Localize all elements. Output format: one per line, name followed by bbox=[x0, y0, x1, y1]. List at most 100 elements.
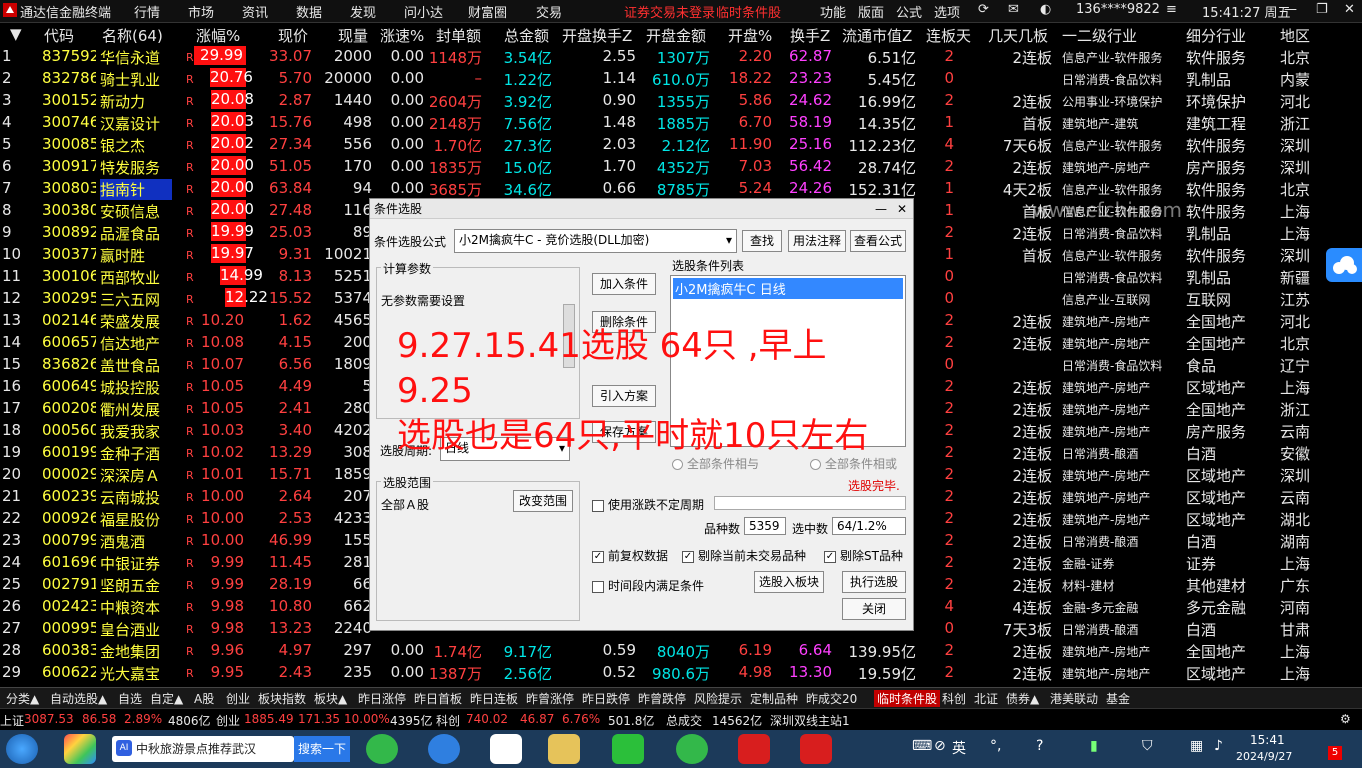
table-row[interactable]: 29 600622 光大嘉宝 2.43 235 0.00 1387万 2.56亿 0.52 980… bbox=[0, 661, 1362, 683]
header-name[interactable]: 名称(64) bbox=[102, 25, 163, 46]
header-volume[interactable]: 现量 bbox=[338, 25, 368, 46]
tab-item[interactable]: 创业 bbox=[226, 690, 250, 707]
tab-item[interactable]: 风险提示 bbox=[694, 690, 742, 707]
start-icon[interactable] bbox=[6, 734, 38, 764]
find-button[interactable]: 查找 bbox=[742, 230, 782, 252]
menu-banmian[interactable]: 版面 bbox=[858, 2, 884, 21]
ie-icon[interactable] bbox=[428, 734, 460, 764]
menu-xuanxiang[interactable]: 选项 bbox=[934, 2, 960, 21]
tab-item[interactable]: 债券▲ bbox=[1006, 690, 1039, 707]
login-status[interactable]: 证券交易未登录 bbox=[624, 2, 715, 21]
close-icon[interactable]: ✕ bbox=[1344, 2, 1355, 17]
table-row[interactable]: 28 600383 金地集团 4.97 297 0.00 1.74亿 9.17亿 0.59 804… bbox=[0, 639, 1362, 661]
server-station[interactable]: 深圳双线主站1 bbox=[770, 712, 850, 729]
tab-item[interactable]: 定制品种 bbox=[750, 690, 798, 707]
usage-button[interactable]: 用法注释 bbox=[788, 230, 846, 252]
menu-wenxiaoda[interactable]: 问小达 bbox=[404, 2, 443, 21]
folder-icon[interactable] bbox=[548, 734, 580, 764]
header-speed[interactable]: 涨速% bbox=[380, 25, 424, 46]
taskbar-time[interactable]: 15:41 bbox=[1250, 733, 1285, 747]
ie-green-icon[interactable] bbox=[366, 734, 398, 764]
table-row[interactable]: 5 300085 银之杰 27.34 556 0.00 1.70亿 27.3亿 2.03 2.12… bbox=[0, 133, 1362, 155]
menu-hangqing[interactable]: 行情 bbox=[134, 2, 160, 21]
menu-jiaoyi[interactable]: 交易 bbox=[536, 2, 562, 21]
tab-item[interactable]: 港美联动 bbox=[1050, 690, 1098, 707]
header-sub-industry[interactable]: 细分行业 bbox=[1186, 25, 1246, 46]
tab-item[interactable]: 昨曾跌停 bbox=[638, 690, 686, 707]
table-row[interactable]: 6 300917 特发服务 51.05 170 0.00 1835万 15.0亿 1.70 435… bbox=[0, 155, 1362, 177]
shield-icon[interactable]: ⛉ bbox=[1142, 738, 1153, 754]
to-block-button[interactable]: 选股入板块 bbox=[754, 571, 824, 593]
exclude-untraded-checkbox[interactable]: ✓ 剔除当前未交易品种 bbox=[682, 547, 806, 564]
header-limit-days[interactable]: 连板天 bbox=[926, 25, 971, 46]
message-icon[interactable]: ✉ bbox=[1008, 2, 1019, 17]
tab-item[interactable]: 自选 bbox=[118, 690, 142, 707]
add-condition-button[interactable]: 加入条件 bbox=[592, 273, 656, 295]
tab-item[interactable]: 板块▲ bbox=[314, 690, 347, 707]
cloud-drive-icon[interactable] bbox=[490, 734, 522, 764]
tab-item[interactable]: 昨日跌停 bbox=[582, 690, 630, 707]
time-range-checkbox[interactable]: 时间段内满足条件 bbox=[592, 577, 704, 594]
header-region[interactable]: 地区 bbox=[1280, 25, 1310, 46]
header-market-cap[interactable]: 流通市值Z bbox=[842, 25, 912, 46]
help-icon[interactable]: ? bbox=[1036, 738, 1043, 754]
change-range-button[interactable]: 改变范围 bbox=[513, 490, 573, 512]
table-row[interactable]: 2 832786 骑士乳业 5.70 20000 0.00 – 1.22亿 1.14 610.0万… bbox=[0, 67, 1362, 89]
restore-icon[interactable]: ❐ bbox=[1316, 2, 1328, 17]
tab-item[interactable]: 自定▲ bbox=[150, 690, 183, 707]
ime-indicator[interactable]: 英 bbox=[952, 738, 966, 758]
tab-item[interactable]: A股 bbox=[194, 690, 214, 707]
table-row[interactable]: 7 300803 指南针 63.84 94 0.00 3685万 34.6亿 0.66 8785万… bbox=[0, 177, 1362, 200]
punct-icon[interactable]: °, bbox=[990, 738, 1001, 754]
menu-zixun[interactable]: 资讯 bbox=[242, 2, 268, 21]
tab-item[interactable]: 科创 bbox=[942, 690, 966, 707]
table-row[interactable]: 1 837592 华信永道 33.07 2000 0.00 1148万 3.54亿 2.55 13… bbox=[0, 45, 1362, 67]
temp-condition-label[interactable]: 临时条件股 bbox=[716, 2, 781, 21]
wechat-icon[interactable] bbox=[612, 734, 644, 764]
dialog-close-icon[interactable]: ✕ bbox=[897, 199, 907, 219]
tab-item[interactable]: 北证 bbox=[974, 690, 998, 707]
condition-list-item[interactable]: 小2M擒疯牛C 日线 bbox=[673, 278, 903, 299]
keyboard-icon[interactable]: ⌨ bbox=[912, 738, 932, 754]
tab-item[interactable]: 自动选股▲ bbox=[50, 690, 107, 707]
user-menu-icon[interactable]: ≡ bbox=[1166, 2, 1177, 17]
search-button[interactable]: 搜索一下 bbox=[294, 736, 350, 762]
execute-button[interactable]: 执行选股 bbox=[842, 571, 906, 593]
browser-icon[interactable] bbox=[64, 734, 96, 764]
taskbar-search-input[interactable]: AI 中秋旅游景点推荐武汉 bbox=[112, 736, 294, 762]
tdx-icon[interactable] bbox=[738, 734, 770, 764]
formula-select[interactable]: 小2M擒疯牛C - 竞价选股(DLL加密) ▾ bbox=[454, 229, 737, 253]
minimize-icon[interactable]: — bbox=[1284, 2, 1297, 17]
tab-item[interactable]: 昨成交20 bbox=[806, 690, 857, 707]
menu-shichang[interactable]: 市场 bbox=[188, 2, 214, 21]
close-button[interactable]: 关闭 bbox=[842, 598, 906, 620]
menu-gongneng[interactable]: 功能 bbox=[820, 2, 846, 21]
header-price[interactable]: 现价 bbox=[278, 25, 308, 46]
tab-item[interactable]: 基金 bbox=[1106, 690, 1130, 707]
browser-green-icon[interactable] bbox=[676, 734, 708, 764]
tab-item[interactable]: 昨日首板 bbox=[414, 690, 462, 707]
header-code[interactable]: 代码 bbox=[44, 25, 74, 46]
header-change-pct[interactable]: 涨幅% bbox=[196, 25, 240, 46]
menu-gongshi[interactable]: 公式 bbox=[896, 2, 922, 21]
settings-icon[interactable]: ⚙ bbox=[1340, 712, 1351, 726]
header-open-pct[interactable]: 开盘% bbox=[728, 25, 772, 46]
network-icon[interactable]: ▦ bbox=[1190, 738, 1203, 754]
dialog-minimize-icon[interactable]: — bbox=[875, 199, 887, 219]
user-account[interactable]: 136****9822 bbox=[1076, 2, 1160, 17]
tab-item[interactable]: 分类▲ bbox=[6, 690, 39, 707]
tab-item[interactable]: 昨曾涨停 bbox=[526, 690, 574, 707]
header-total-amount[interactable]: 总金额 bbox=[504, 25, 549, 46]
table-row[interactable]: 3 300152 新动力 2.87 1440 0.00 2604万 3.92亿 0.90 1355… bbox=[0, 89, 1362, 111]
header-seal-amount[interactable]: 封单额 bbox=[436, 25, 481, 46]
header-open-turnover[interactable]: 开盘换手Z bbox=[562, 25, 632, 46]
view-formula-button[interactable]: 查看公式 bbox=[850, 230, 906, 252]
taskbar-date[interactable]: 2024/9/27 bbox=[1236, 750, 1292, 763]
menu-caifuquan[interactable]: 财富圈 bbox=[468, 2, 507, 21]
tab-item[interactable]: 板块指数 bbox=[258, 690, 306, 707]
uncertain-period-checkbox[interactable]: 使用涨跌不定周期 bbox=[592, 496, 704, 513]
menu-faxian[interactable]: 发现 bbox=[350, 2, 376, 21]
header-open-amount[interactable]: 开盘金额 bbox=[646, 25, 706, 46]
tab-item[interactable]: 临时条件股 bbox=[874, 690, 941, 707]
tab-item[interactable]: 昨日涨停 bbox=[358, 690, 406, 707]
